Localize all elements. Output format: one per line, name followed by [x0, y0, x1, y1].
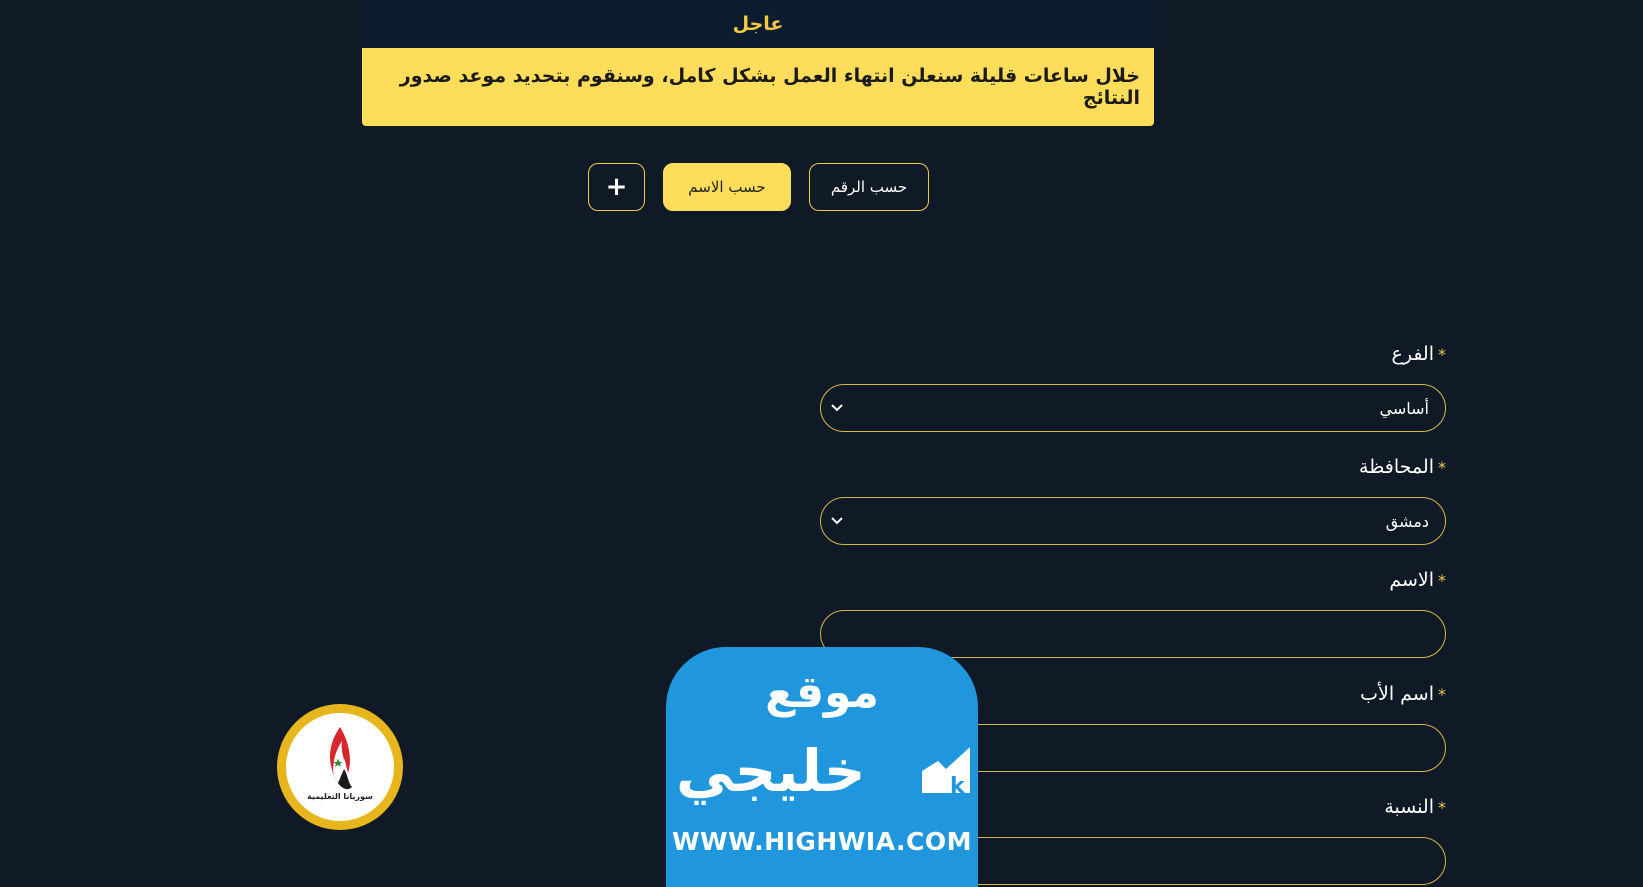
- father-name-label-text: اسم الأب: [1360, 683, 1434, 705]
- name-label: * الاسم: [1389, 569, 1446, 591]
- branch-select[interactable]: أساسي: [820, 384, 1446, 432]
- governorate-select[interactable]: دمشق: [820, 497, 1446, 545]
- percentage-label-text: النسبة: [1384, 796, 1434, 818]
- watermark-top-text: موقع: [765, 667, 879, 718]
- percentage-label: * النسبة: [1384, 796, 1446, 818]
- watermark-url: WWW.HIGHWIA.COM: [671, 827, 973, 856]
- svg-text:k: k: [950, 774, 966, 797]
- watermark-brand-text: خليجي: [676, 737, 866, 805]
- flame-icon: [330, 727, 352, 790]
- branch-value: أساسي: [1379, 398, 1429, 418]
- chevron-down-icon: [829, 513, 845, 529]
- governorate-value: دمشق: [1385, 511, 1429, 531]
- logo-emblem: سوريانا التعليمية: [286, 713, 394, 821]
- required-mark: *: [1438, 457, 1446, 477]
- tab-by-name[interactable]: حسب الاسم: [663, 163, 791, 211]
- required-mark: *: [1438, 570, 1446, 590]
- branch-label-text: الفرع: [1391, 343, 1435, 365]
- watermark: موقع خليجي k WWW.HIGHWIA.COM: [666, 647, 978, 887]
- chevron-down-icon: [829, 400, 845, 416]
- father-name-label: * اسم الأب: [1360, 683, 1446, 705]
- name-label-text: الاسم: [1389, 569, 1434, 591]
- notice-message: خلال ساعات قليلة سنعلن انتهاء العمل بشكل…: [362, 48, 1154, 126]
- tab-by-number[interactable]: حسب الرقم: [809, 163, 929, 211]
- required-mark: *: [1438, 344, 1446, 364]
- branch-label: * الفرع: [1392, 343, 1447, 365]
- governorate-label-text: المحافظة: [1359, 456, 1434, 478]
- governorate-label: * المحافظة: [1359, 456, 1446, 478]
- add-button[interactable]: +: [588, 163, 645, 211]
- watermark-k-icon: k: [920, 743, 972, 799]
- required-mark: *: [1438, 797, 1446, 817]
- required-mark: *: [1438, 684, 1446, 704]
- site-logo: سوريانا التعليمية: [277, 704, 403, 830]
- notice-title: عاجل: [362, 0, 1154, 48]
- logo-caption: سوريانا التعليمية: [307, 792, 373, 801]
